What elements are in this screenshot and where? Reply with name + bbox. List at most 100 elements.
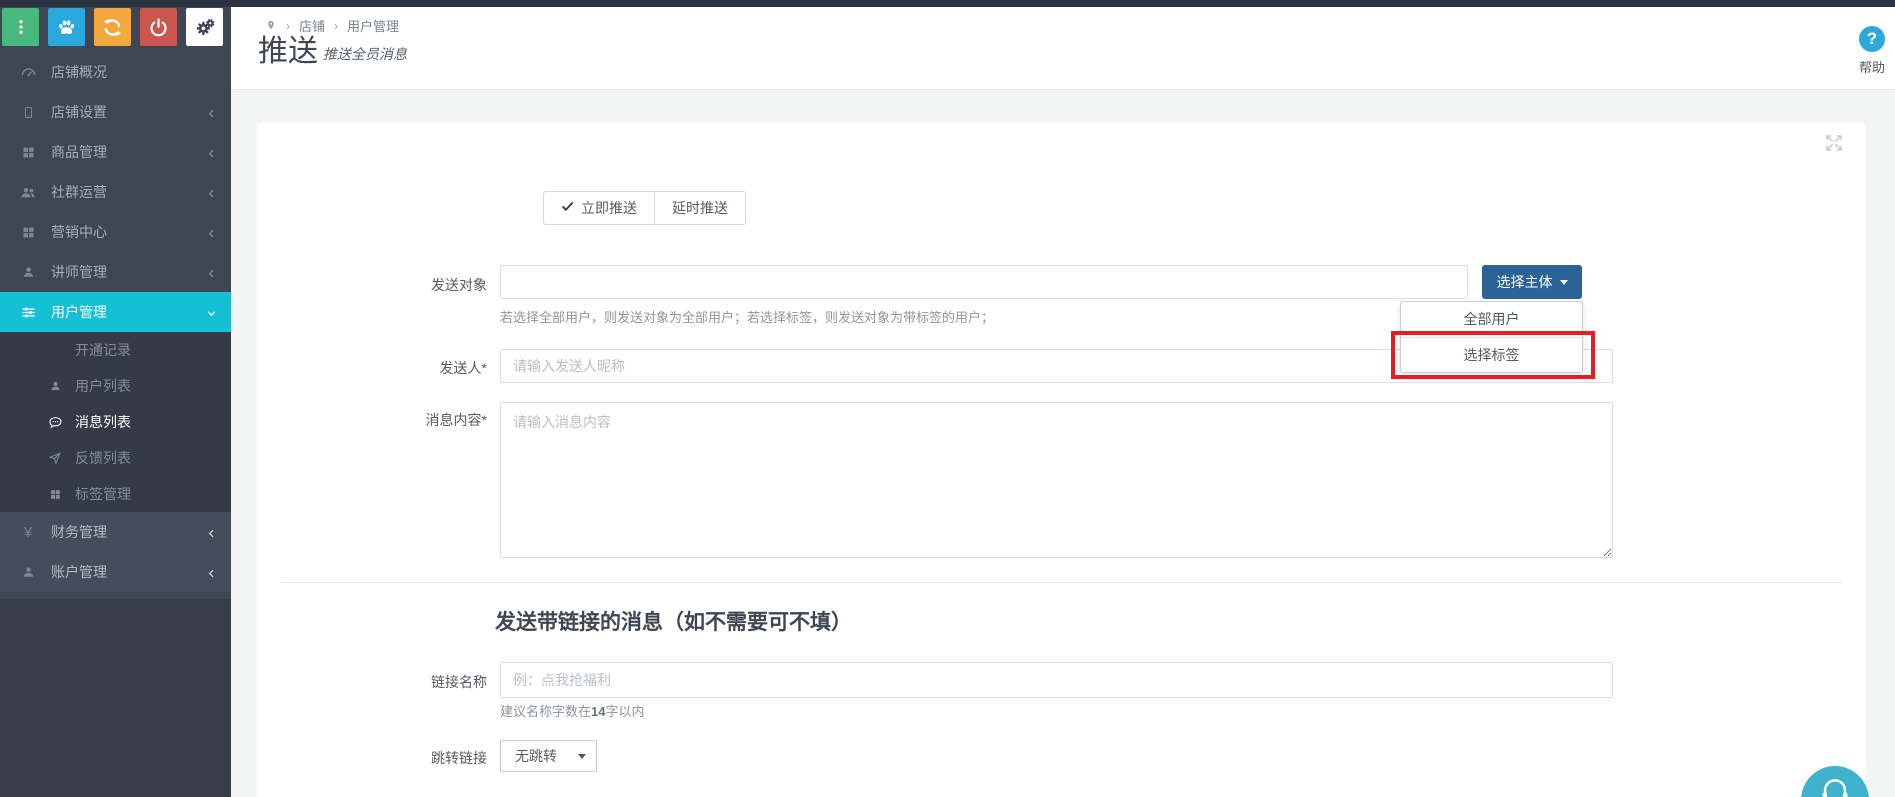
rocket-icon xyxy=(46,451,64,465)
dashboard-icon xyxy=(18,64,38,81)
sidebar-item-label: 营销中心 xyxy=(51,222,107,242)
sliders-icon xyxy=(18,304,38,321)
sidebar-item-label: 财务管理 xyxy=(51,522,107,542)
link-section-heading: 发送带链接的消息（如不需要可不填） xyxy=(495,606,852,636)
caret-down-icon xyxy=(578,754,586,759)
quickbar xyxy=(2,8,223,46)
phone-icon xyxy=(18,104,38,121)
sidebar-item-label: 商品管理 xyxy=(51,142,107,162)
chevron-left-icon xyxy=(206,146,217,162)
submenu-item-tag-mgmt[interactable]: 标签管理 xyxy=(0,476,231,512)
sidebar-item-label: 店铺设置 xyxy=(51,102,107,122)
tab-immediate-push[interactable]: 立即推送 xyxy=(543,191,655,225)
user-icon xyxy=(18,564,38,580)
page-title: 推送 xyxy=(258,35,318,68)
submenu-item-label: 开通记录 xyxy=(75,340,131,360)
push-mode-tabs: 立即推送 延时推送 xyxy=(543,191,746,225)
paw-button[interactable] xyxy=(48,8,85,46)
tab-label: 延时推送 xyxy=(672,198,728,218)
dropdown-item-choose-tag[interactable]: 选择标签 xyxy=(1401,337,1582,372)
submenu-item-message-list[interactable]: 消息列表 xyxy=(0,404,231,440)
sidebar-lower-block: ¥ 财务管理 账户管理 xyxy=(0,512,231,592)
title-row: 推送 推送全员消息 xyxy=(258,35,407,68)
send-target-label: 发送对象 xyxy=(330,275,487,295)
chevron-down-icon xyxy=(206,306,217,322)
user-icon xyxy=(18,264,38,280)
message-content-textarea[interactable] xyxy=(500,402,1613,558)
location-pin-icon xyxy=(265,18,277,33)
breadcrumb-separator: › xyxy=(286,19,290,33)
section-divider xyxy=(281,582,1842,583)
chevron-left-icon xyxy=(206,226,217,242)
power-icon xyxy=(148,17,169,38)
chevron-left-icon xyxy=(206,526,217,542)
help-label: 帮助 xyxy=(1850,57,1894,76)
help-button[interactable]: ? 帮助 xyxy=(1850,26,1894,76)
link-name-input[interactable] xyxy=(500,662,1613,698)
sidebar-item-user-mgmt[interactable]: 用户管理 xyxy=(0,292,231,332)
sidebar-item-marketing-center[interactable]: 营销中心 xyxy=(0,212,231,252)
sidebar-item-shop-settings[interactable]: 店铺设置 xyxy=(0,92,231,132)
submenu-item-label: 用户列表 xyxy=(75,376,131,396)
message-content-label: 消息内容* xyxy=(330,410,487,430)
dropdown-item-all-users[interactable]: 全部用户 xyxy=(1401,302,1582,337)
user-mgmt-submenu: 开通记录 用户列表 消息列表 xyxy=(0,332,231,512)
caret-down-icon xyxy=(1560,280,1568,285)
settings-button[interactable] xyxy=(186,8,223,46)
grid-icon xyxy=(46,488,64,501)
users-icon xyxy=(18,184,38,201)
check-icon xyxy=(561,200,574,216)
grid-icon xyxy=(18,225,38,240)
dots-vertical-icon xyxy=(12,17,30,37)
choose-subject-button[interactable]: 选择主体 xyxy=(1482,265,1582,299)
jump-link-label: 跳转链接 xyxy=(330,748,487,768)
send-target-hint: 若选择全部用户，则发送对象为全部用户；若选择标签，则发送对象为带标签的用户； xyxy=(500,307,994,326)
paw-icon xyxy=(56,17,77,38)
jump-link-select[interactable]: 无跳转 xyxy=(500,740,597,772)
sidebar-item-product-mgmt[interactable]: 商品管理 xyxy=(0,132,231,172)
question-icon: ? xyxy=(1859,26,1885,52)
sidebar-item-shop-overview[interactable]: 店铺概况 xyxy=(0,52,231,92)
send-target-input[interactable] xyxy=(500,265,1468,299)
submenu-item-label: 消息列表 xyxy=(75,412,131,432)
breadcrumb-separator: › xyxy=(334,19,338,33)
sidebar-item-label: 店铺概况 xyxy=(51,62,107,82)
breadcrumb-user-mgmt[interactable]: 用户管理 xyxy=(347,16,399,35)
power-button[interactable] xyxy=(140,8,177,46)
subject-dropdown-menu: 全部用户 选择标签 xyxy=(1400,301,1583,373)
tab-label: 立即推送 xyxy=(581,198,637,218)
menu-button[interactable] xyxy=(2,8,39,46)
submenu-item-label: 标签管理 xyxy=(75,484,131,504)
sidebar-item-label: 账户管理 xyxy=(51,562,107,582)
sidebar: 店铺概况 店铺设置 商品管理 社群运营 xyxy=(0,7,231,797)
sidebar-item-lecturer-mgmt[interactable]: 讲师管理 xyxy=(0,252,231,292)
sidebar-item-finance-mgmt[interactable]: ¥ 财务管理 xyxy=(0,512,231,552)
submenu-item-feedback-list[interactable]: 反馈列表 xyxy=(0,440,231,476)
gears-icon xyxy=(194,16,216,38)
user-icon xyxy=(46,379,64,393)
page-subtitle: 推送全员消息 xyxy=(323,44,407,68)
sidebar-item-label: 社群运营 xyxy=(51,182,107,202)
choose-subject-label: 选择主体 xyxy=(1497,272,1553,292)
refresh-button[interactable] xyxy=(94,8,131,46)
sidebar-item-label: 用户管理 xyxy=(51,302,107,322)
sidebar-item-community-ops[interactable]: 社群运营 xyxy=(0,172,231,212)
refresh-icon xyxy=(102,17,123,38)
sidebar-item-account-mgmt[interactable]: 账户管理 xyxy=(0,552,231,592)
breadcrumb-shop[interactable]: 店铺 xyxy=(299,16,325,35)
chevron-left-icon xyxy=(206,266,217,282)
top-strip xyxy=(0,0,1895,7)
yen-icon: ¥ xyxy=(18,525,38,540)
chevron-left-icon xyxy=(206,106,217,122)
tab-delayed-push[interactable]: 延时推送 xyxy=(654,191,746,225)
sidebar-item-label: 讲师管理 xyxy=(51,262,107,282)
page: 店铺概况 店铺设置 商品管理 社群运营 xyxy=(0,0,1895,797)
submenu-item-open-records[interactable]: 开通记录 xyxy=(0,332,231,368)
expand-icon[interactable] xyxy=(1824,133,1844,153)
sender-label: 发送人* xyxy=(330,358,487,378)
submenu-item-user-list[interactable]: 用户列表 xyxy=(0,368,231,404)
submenu-item-label: 反馈列表 xyxy=(75,448,131,468)
breadcrumb: › 店铺 › 用户管理 xyxy=(265,16,399,35)
link-name-label: 链接名称 xyxy=(330,672,487,692)
jump-link-value: 无跳转 xyxy=(515,746,557,766)
